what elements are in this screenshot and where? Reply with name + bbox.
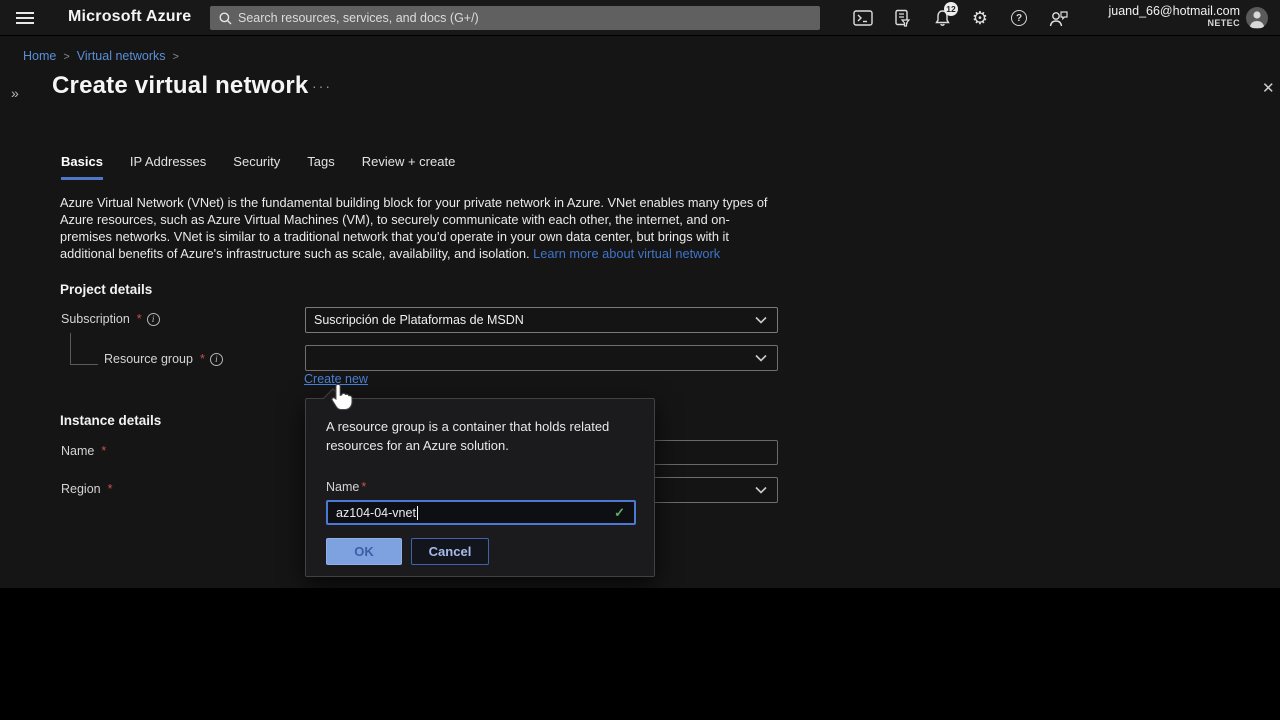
wizard-tabs: Basics IP Addresses Security Tags Review… (61, 154, 455, 180)
directory-filter-icon[interactable] (889, 6, 915, 30)
learn-more-link[interactable]: Learn more about virtual network (533, 246, 720, 261)
subscription-label: Subscription* i (61, 312, 160, 326)
tab-security[interactable]: Security (233, 154, 280, 180)
resource-group-dropdown[interactable] (305, 345, 778, 371)
cancel-button[interactable]: Cancel (411, 538, 489, 565)
avatar[interactable] (1246, 7, 1268, 29)
region-label: Region* (61, 482, 113, 496)
feedback-icon[interactable] (1045, 6, 1071, 30)
subscription-dropdown[interactable]: Suscripción de Plataformas de MSDN (305, 307, 778, 333)
resource-group-info-icon[interactable]: i (210, 353, 223, 366)
breadcrumb-virtual-networks-link[interactable]: Virtual networks (77, 49, 166, 63)
vnet-name-label: Name* (61, 444, 106, 458)
top-bar: Microsoft Azure (0, 0, 1280, 36)
text-caret (417, 506, 418, 520)
chevron-down-icon (755, 354, 767, 362)
field-indent-connector (70, 333, 98, 365)
title-more-icon[interactable]: ··· (312, 78, 332, 94)
vnet-description: Azure Virtual Network (VNet) is the fund… (60, 194, 776, 262)
tab-ip-addresses[interactable]: IP Addresses (130, 154, 206, 180)
create-new-resource-group-link[interactable]: Create new (304, 372, 368, 386)
search-input[interactable] (238, 11, 758, 25)
help-icon[interactable]: ? (1006, 6, 1032, 30)
resource-group-label: Resource group* i (104, 352, 223, 366)
resource-group-name-input[interactable]: az104-04-vnet ✓ (326, 500, 636, 525)
search-icon (219, 12, 232, 25)
resource-group-description: A resource group is a container that hol… (326, 417, 632, 455)
azure-portal: Microsoft Azure (0, 0, 1280, 720)
subscription-info-icon[interactable]: i (147, 313, 160, 326)
popup-name-label: Name* (326, 480, 366, 494)
popup-beak (323, 388, 343, 408)
expand-portal-menu-icon[interactable]: » (11, 85, 19, 101)
close-blade-icon[interactable]: ✕ (1262, 79, 1275, 97)
notifications-bell-icon[interactable]: 12 (929, 6, 955, 30)
instance-details-heading: Instance details (60, 413, 161, 428)
user-email: juand_66@hotmail.com (1108, 4, 1240, 18)
create-vnet-blade: Home>Virtual networks> » Create virtual … (0, 36, 1280, 588)
project-details-heading: Project details (60, 282, 152, 297)
notification-count-badge: 12 (944, 2, 958, 16)
chevron-down-icon (755, 486, 767, 494)
tab-basics[interactable]: Basics (61, 154, 103, 180)
cloud-shell-icon[interactable] (850, 6, 876, 30)
tab-review-create[interactable]: Review + create (362, 154, 456, 180)
chevron-down-icon (755, 316, 767, 324)
settings-gear-icon[interactable]: ⚙ (967, 6, 993, 30)
user-directory: NETEC (1108, 18, 1240, 28)
create-resource-group-popup: A resource group is a container that hol… (305, 398, 655, 577)
ok-button[interactable]: OK (326, 538, 402, 565)
breadcrumb: Home>Virtual networks> (23, 49, 186, 63)
page-title: Create virtual network (52, 72, 308, 100)
breadcrumb-home-link[interactable]: Home (23, 49, 56, 63)
account-menu[interactable]: juand_66@hotmail.com NETEC (1108, 4, 1240, 29)
global-search[interactable] (210, 6, 820, 30)
azure-brand-logo[interactable]: Microsoft Azure (68, 8, 191, 26)
valid-check-icon: ✓ (614, 505, 625, 521)
hamburger-menu-icon[interactable] (16, 9, 36, 27)
tab-tags[interactable]: Tags (307, 154, 334, 180)
